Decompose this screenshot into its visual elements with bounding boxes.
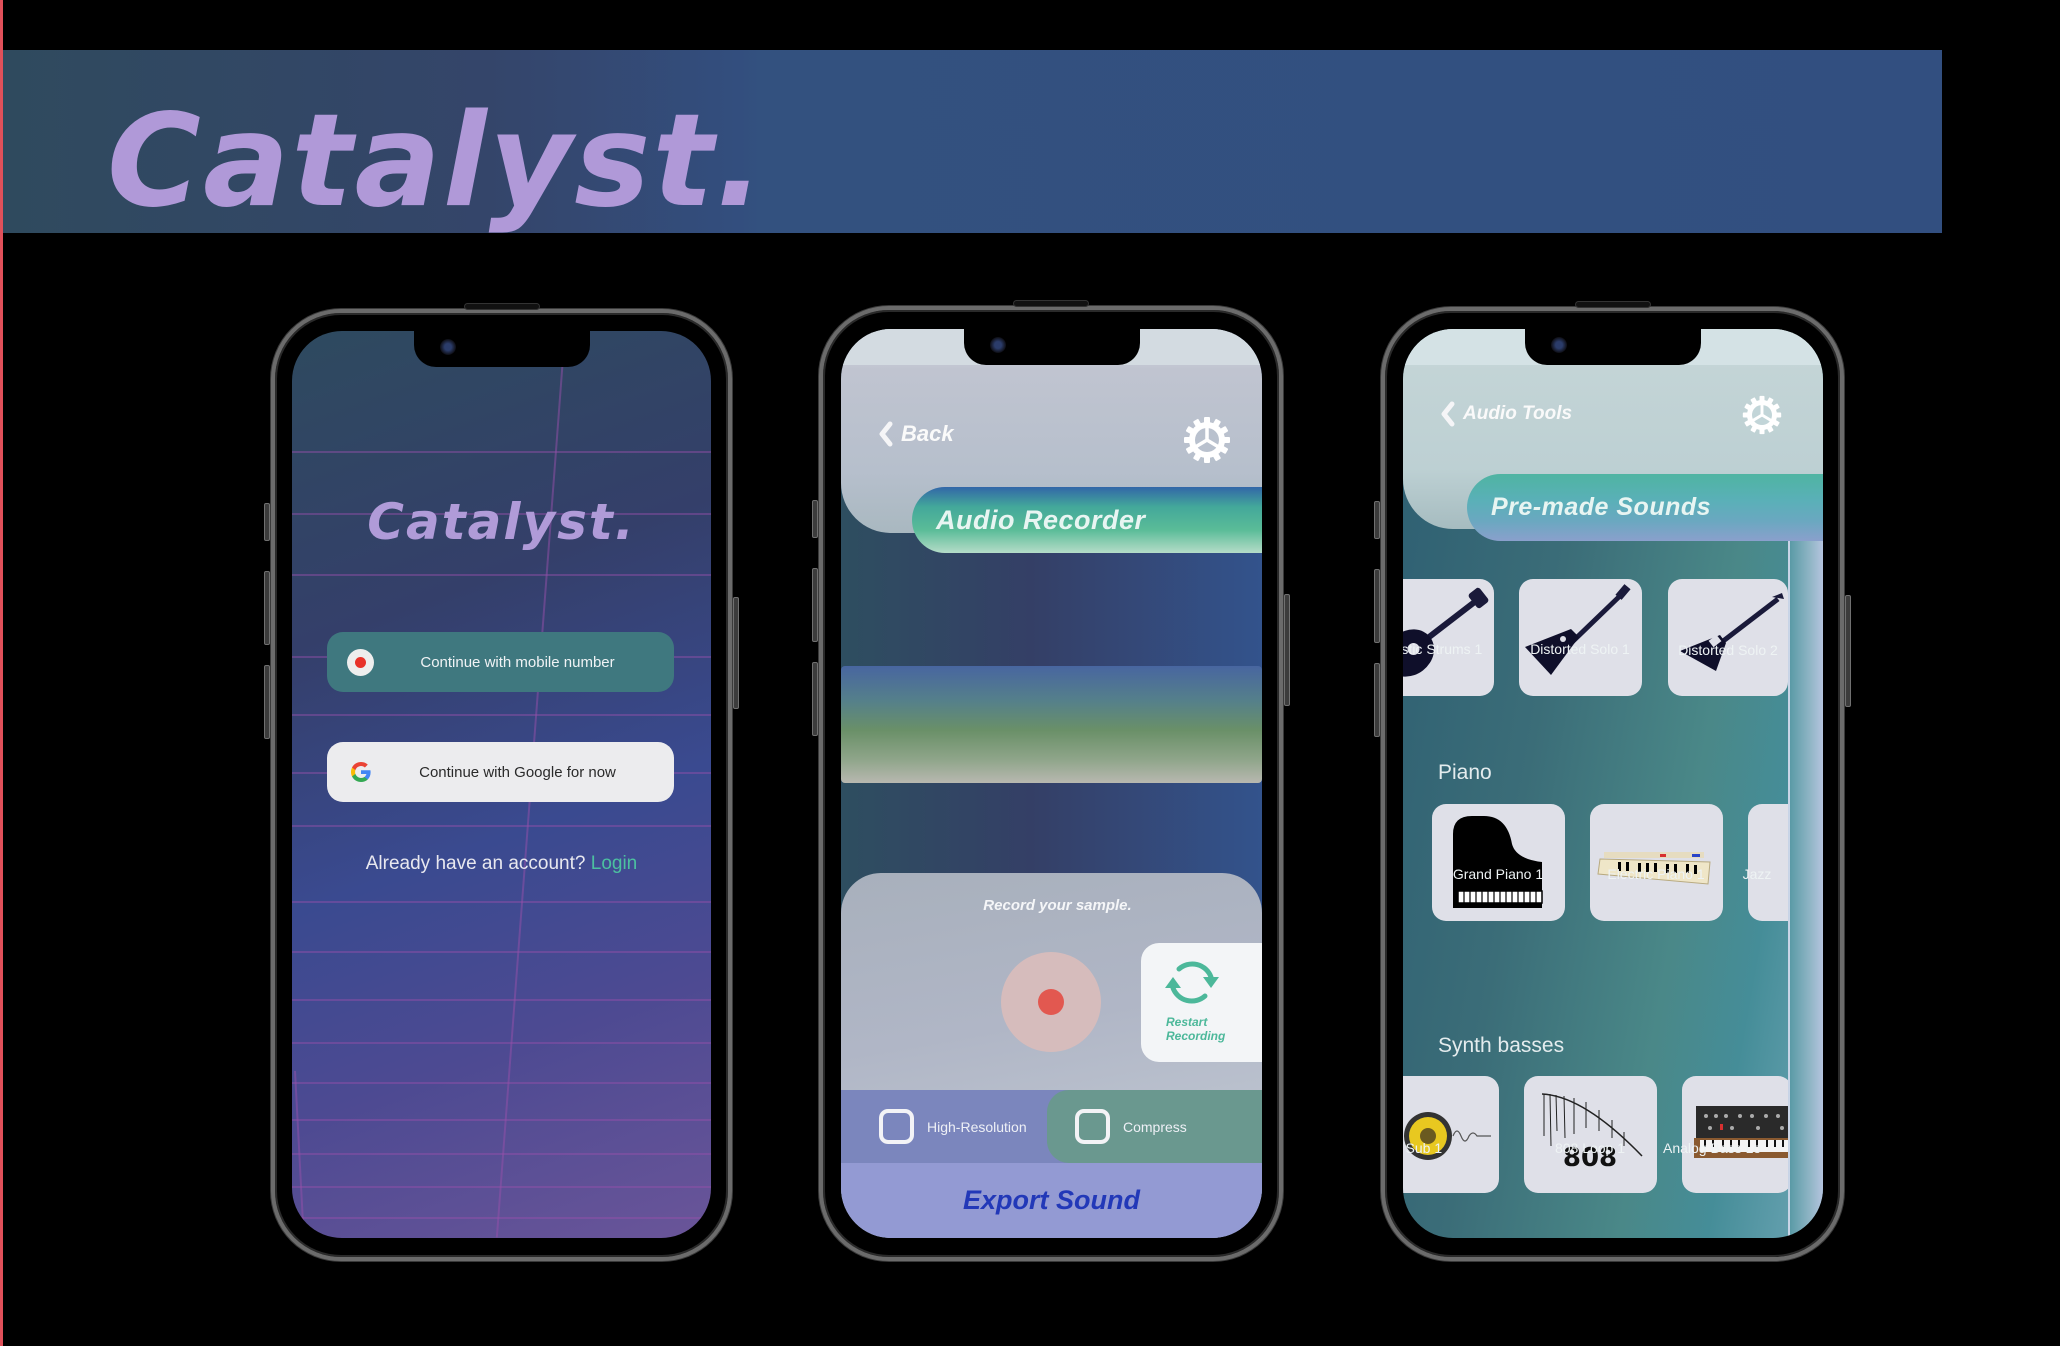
login-screen: Catalyst. Continue with mobile number Co… xyxy=(292,331,711,1238)
continue-mobile-button[interactable]: Continue with mobile number xyxy=(327,632,674,692)
section-title-audio-recorder: Audio Recorder xyxy=(912,487,1262,553)
sound-label: Electric Piano 1 xyxy=(1607,866,1705,882)
sound-label: Jazz xyxy=(1742,866,1772,882)
phone-recorder-screen: Back Audio Recorder Record your sample. xyxy=(812,300,1290,1261)
category-title-piano: Piano xyxy=(1438,761,1492,784)
sounds-screen: Audio Tools Pre-made Sounds stic Strums … xyxy=(1403,329,1823,1238)
earpiece-speaker xyxy=(463,303,540,310)
waveform-display xyxy=(841,666,1262,783)
volume-up-button xyxy=(1374,569,1380,643)
power-button xyxy=(733,597,739,709)
analog-synth-icon xyxy=(1694,1106,1788,1158)
chevron-left-icon xyxy=(1441,401,1455,427)
front-camera xyxy=(989,337,1006,353)
record-icon xyxy=(1038,989,1064,1015)
back-button[interactable]: Back xyxy=(879,421,954,447)
sounds-scroll-area[interactable]: ustic Strums 1 Distorted Solo 1 Di xyxy=(1403,541,1788,1238)
sound-label: Grand Piano 1 xyxy=(1452,866,1544,882)
compress-option[interactable]: Compress xyxy=(1047,1090,1262,1163)
electric-guitar-icon xyxy=(1680,593,1784,671)
sound-tile-acoustic-strums-1[interactable] xyxy=(1403,579,1494,696)
high-resolution-option[interactable]: High-Resolution xyxy=(879,1090,1027,1163)
restart-label-line1: Restart xyxy=(1166,1015,1208,1029)
app-title: Catalyst. xyxy=(367,493,636,551)
brand-title: Catalyst. xyxy=(107,87,767,236)
volume-up-button xyxy=(812,568,818,642)
sound-tile-sub-1[interactable] xyxy=(1403,1076,1499,1193)
continue-mobile-label: Continue with mobile number xyxy=(420,653,615,671)
section-title-premade-sounds: Pre-made Sounds xyxy=(1467,474,1823,541)
speaker-icon xyxy=(1404,1112,1491,1160)
earpiece-speaker xyxy=(1574,301,1651,308)
export-sound-button[interactable]: Export Sound xyxy=(841,1163,1262,1238)
chevron-left-icon xyxy=(879,421,893,447)
keyboard-icon xyxy=(1597,852,1711,885)
recorder-screen: Back Audio Recorder Record your sample. xyxy=(841,329,1262,1238)
continue-google-label: Continue with Google for now xyxy=(419,763,616,781)
phone-sounds-screen: Audio Tools Pre-made Sounds stic Strums … xyxy=(1374,301,1851,1261)
compress-checkbox[interactable] xyxy=(1075,1109,1110,1144)
earpiece-speaker xyxy=(1013,300,1089,307)
gear-icon[interactable] xyxy=(1183,416,1231,464)
mute-switch xyxy=(1374,501,1380,539)
front-camera xyxy=(439,339,456,355)
restart-label-line2: Recording xyxy=(1166,1029,1226,1043)
mute-switch xyxy=(812,500,818,538)
volume-down-button xyxy=(1374,663,1380,737)
sound-label: Analog Bass Lo xyxy=(1663,1140,1762,1156)
record-prompt: Record your sample. xyxy=(983,897,1132,914)
front-camera xyxy=(1551,337,1567,353)
high-resolution-checkbox[interactable] xyxy=(879,1109,914,1144)
gear-icon[interactable] xyxy=(1742,395,1782,435)
audio-tools-back-button[interactable]: Audio Tools xyxy=(1441,401,1572,427)
sound-label: Distorted Solo 1 xyxy=(1530,641,1630,657)
sound-label: Distorted Solo 2 xyxy=(1678,642,1778,658)
808-icon: 808 xyxy=(1541,1093,1643,1173)
brand-banner: Catalyst. xyxy=(3,50,1942,233)
restart-recording-button[interactable]: Restart Recording xyxy=(1141,943,1262,1062)
export-options: High-Resolution Compress xyxy=(841,1090,1262,1163)
notch xyxy=(413,331,590,367)
sound-tile-analog-bass-loop[interactable] xyxy=(1682,1076,1788,1193)
notch xyxy=(1525,329,1701,365)
grand-piano-icon xyxy=(1453,816,1543,908)
power-button xyxy=(1284,594,1290,706)
sound-tile-jazz[interactable] xyxy=(1748,804,1788,921)
refresh-icon xyxy=(1165,961,1219,1004)
power-button xyxy=(1845,595,1851,707)
volume-down-button xyxy=(812,662,818,736)
restart-label: Restart Recording xyxy=(1166,1015,1225,1043)
acoustic-guitar-icon xyxy=(1403,587,1489,677)
continue-google-button[interactable]: Continue with Google for now xyxy=(327,742,674,802)
sound-tile-808-loop-1[interactable]: 808 xyxy=(1524,1076,1657,1193)
volume-down-button xyxy=(264,665,270,739)
scrollbar-strip[interactable] xyxy=(1788,541,1823,1238)
notch xyxy=(963,329,1140,365)
login-link[interactable]: Login xyxy=(591,853,638,874)
mute-switch xyxy=(264,503,270,541)
sound-label: 808 Loop 1 xyxy=(1554,1140,1626,1156)
sound-label: e Sub 1 xyxy=(1403,1140,1443,1156)
compress-label: Compress xyxy=(1123,1118,1187,1135)
audio-tools-label: Audio Tools xyxy=(1463,403,1573,424)
export-sound-label: Export Sound xyxy=(963,1185,1140,1215)
high-resolution-label: High-Resolution xyxy=(927,1118,1027,1135)
volume-up-button xyxy=(264,571,270,645)
sound-tile-grand-piano-1[interactable] xyxy=(1432,804,1565,921)
sound-tile-electric-piano-1[interactable] xyxy=(1590,804,1723,921)
category-title-synth-basses: Synth basses xyxy=(1438,1034,1565,1057)
back-label: Back xyxy=(901,421,954,446)
account-prompt-text: Already have an account? xyxy=(365,853,586,874)
account-prompt: Already have an account? Login xyxy=(292,853,711,875)
electric-guitar-icon xyxy=(1525,584,1631,675)
phone-login-screen: Catalyst. Continue with mobile number Co… xyxy=(264,303,739,1261)
sound-tile-distorted-solo-1[interactable] xyxy=(1519,579,1642,696)
sound-tile-distorted-solo-2[interactable] xyxy=(1668,579,1788,696)
record-button[interactable] xyxy=(1001,952,1101,1052)
